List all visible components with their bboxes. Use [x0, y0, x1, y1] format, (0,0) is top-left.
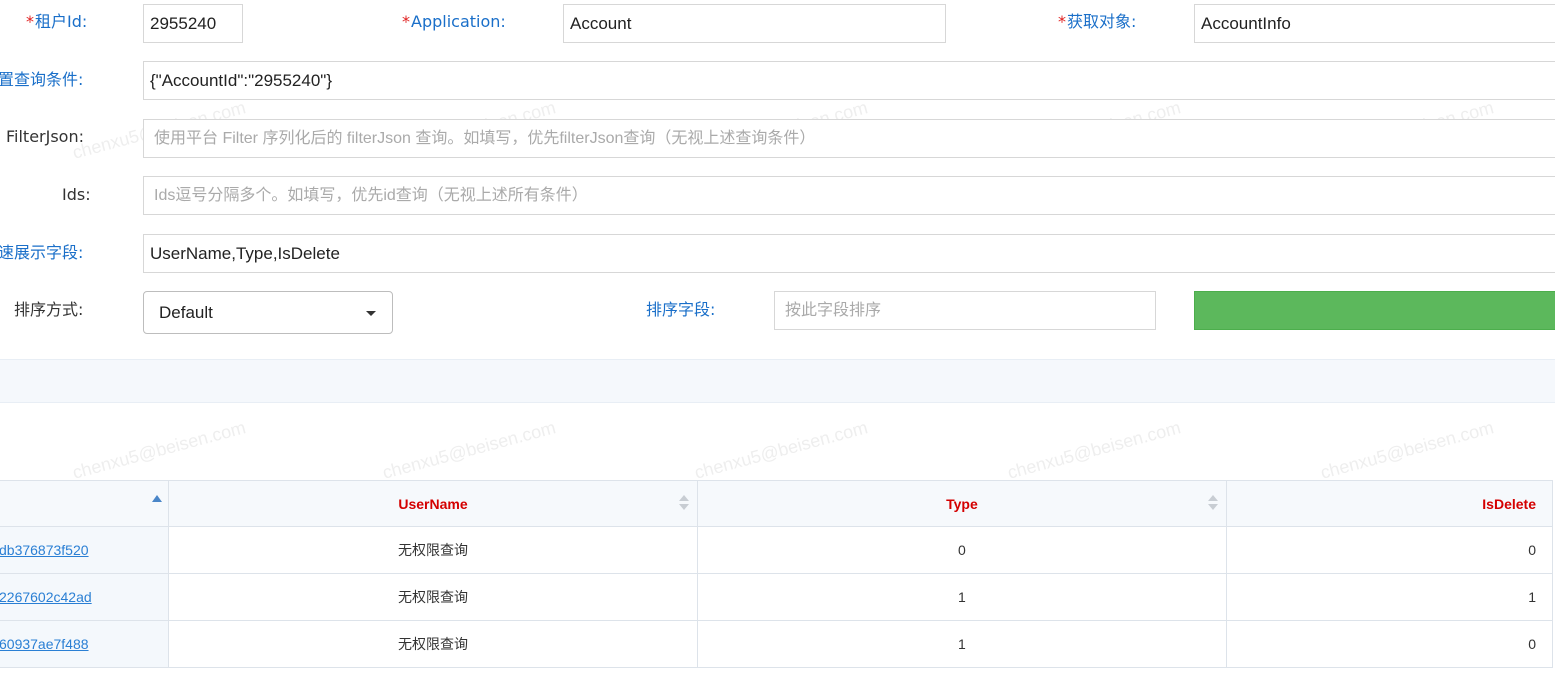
watermark: chenxu5@beisen.com: [70, 417, 248, 483]
display-fields-label: 速展示字段:: [0, 243, 84, 262]
watermark: chenxu5@beisen.com: [380, 417, 558, 483]
table-row: db376873f520 无权限查询 0 0: [0, 526, 1554, 574]
isdelete-cell: 1: [1225, 573, 1554, 621]
sort-mode-value: Default: [159, 303, 213, 322]
fetch-object-input[interactable]: AccountInfo: [1194, 4, 1555, 43]
username-cell: 无权限查询: [167, 526, 699, 574]
isdelete-cell: 0: [1225, 526, 1554, 574]
application-input[interactable]: Account: [563, 4, 946, 43]
record-id-link[interactable]: 60937ae7f488: [0, 636, 89, 652]
display-fields-input[interactable]: UserName,Type,IsDelete: [143, 234, 1555, 273]
username-cell: 无权限查询: [167, 573, 699, 621]
id-cell: 60937ae7f488: [0, 620, 169, 668]
results-table: UserName Type IsDelete db376873f520 无权限查…: [0, 480, 1554, 668]
filter-json-label: FilterJson:: [6, 127, 84, 146]
ids-label: Ids:: [62, 185, 91, 204]
sort-icon[interactable]: [1207, 495, 1218, 513]
sort-field-input[interactable]: 按此字段排序: [774, 291, 1156, 330]
id-cell: 2267602c42ad: [0, 573, 169, 621]
record-id-link[interactable]: db376873f520: [0, 542, 89, 558]
watermark: chenxu5@beisen.com: [1318, 417, 1496, 483]
sort-mode-select[interactable]: Default: [143, 291, 393, 334]
required-mark: *: [1058, 12, 1066, 31]
query-button[interactable]: [1194, 291, 1555, 330]
application-label: *Application:: [402, 12, 506, 32]
isdelete-cell: 0: [1225, 620, 1554, 668]
toolbar-band: [0, 359, 1555, 403]
sort-field-label: 排序字段:: [646, 300, 716, 319]
filter-json-input[interactable]: 使用平台 Filter 序列化后的 filterJson 查询。如填写，优先fi…: [143, 119, 1555, 158]
fetch-object-label-text: 获取对象:: [1067, 12, 1137, 31]
required-mark: *: [26, 12, 34, 31]
sort-ascending-icon[interactable]: [151, 495, 162, 502]
tenant-id-label: *租户Id:: [26, 12, 87, 32]
type-cell: 0: [697, 526, 1227, 574]
type-cell: 1: [697, 620, 1227, 668]
id-cell: db376873f520: [0, 526, 169, 574]
column-header-label: IsDelete: [1482, 495, 1536, 512]
column-header-id[interactable]: [0, 480, 169, 527]
preset-query-input[interactable]: {"AccountId":"2955240"}: [143, 61, 1555, 100]
tenant-id-input[interactable]: 2955240: [143, 4, 243, 43]
type-cell: 1: [697, 573, 1227, 621]
column-header-isdelete[interactable]: IsDelete: [1225, 480, 1554, 527]
table-row: 60937ae7f488 无权限查询 1 0: [0, 620, 1554, 668]
required-mark: *: [402, 12, 410, 31]
fetch-object-label: *获取对象:: [1058, 12, 1136, 32]
watermark: chenxu5@beisen.com: [1005, 417, 1183, 483]
table-row: 2267602c42ad 无权限查询 1 1: [0, 573, 1554, 621]
sort-mode-label: 排序方式:: [14, 300, 84, 319]
table-header-row: UserName Type IsDelete: [0, 480, 1554, 527]
column-header-label: UserName: [398, 495, 468, 512]
column-header-username[interactable]: UserName: [167, 480, 699, 527]
watermark: chenxu5@beisen.com: [692, 417, 870, 483]
username-cell: 无权限查询: [167, 620, 699, 668]
column-header-label: Type: [946, 495, 978, 512]
tenant-id-label-text: 租户Id:: [35, 12, 88, 31]
chevron-down-icon: [366, 311, 376, 316]
sort-icon[interactable]: [679, 495, 690, 513]
application-label-text: Application:: [411, 12, 506, 31]
preset-query-label: 置查询条件:: [0, 70, 84, 89]
column-header-type[interactable]: Type: [697, 480, 1227, 527]
record-id-link[interactable]: 2267602c42ad: [0, 589, 92, 605]
ids-input[interactable]: Ids逗号分隔多个。如填写，优先id查询（无视上述所有条件）: [143, 176, 1555, 215]
